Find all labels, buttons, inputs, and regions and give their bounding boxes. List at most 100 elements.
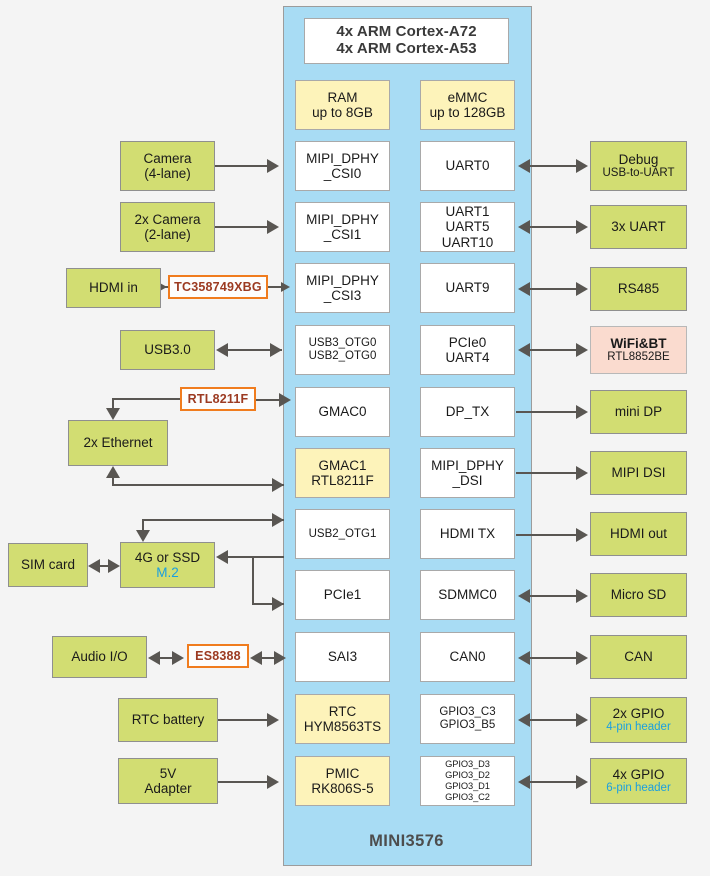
arrowhead: [518, 775, 530, 789]
connector-5v-pmic: [218, 781, 267, 783]
arrowhead: [216, 550, 228, 564]
chip-rtl8211f: RTL8211F: [180, 387, 256, 411]
chip-label: TC358749XBG: [174, 280, 262, 294]
chip-tc358749xbg: TC358749XBG: [168, 275, 268, 299]
soc-block-gmac0: GMAC0: [295, 387, 390, 437]
block-line-1: PCIe0: [448, 334, 487, 350]
arrowhead: [518, 589, 530, 603]
peripheral-sim-card: SIM card: [8, 543, 88, 587]
block-line-1: CAN0: [449, 649, 486, 665]
block-line-2: _CSI0: [323, 166, 362, 181]
connector-rtl8211f-gmac0: [256, 399, 281, 401]
connector-uart9-rs485: [528, 288, 578, 290]
connector-can0-can: [528, 657, 578, 659]
peripheral-4x-gpio: 4x GPIO 6-pin header: [590, 758, 687, 804]
block-line-3: GPIO3_D1: [445, 781, 490, 791]
connector-camera-csi0: [215, 165, 267, 167]
block-line-2: (4-lane): [144, 166, 191, 181]
block-line-1: Micro SD: [610, 587, 667, 603]
soc-block-rtc: RTC HYM8563TS: [295, 694, 390, 744]
block-line-1: PCIe1: [323, 587, 362, 603]
soc-block-hdmi-tx: HDMI TX: [420, 509, 515, 559]
emmc-name: eMMC: [447, 89, 488, 105]
peripheral-2x-gpio: 2x GPIO 4-pin header: [590, 697, 687, 743]
block-line-1: MIPI_DPHY: [306, 272, 379, 288]
block-line-1: RTC: [328, 703, 357, 719]
arrowhead: [172, 651, 184, 665]
peripheral-2x-camera-2-lane: 2x Camera (2-lane): [120, 202, 215, 252]
block-line-2: 6-pin header: [606, 782, 671, 795]
block-line-1: Camera: [143, 150, 192, 166]
block-line-1: HDMI in: [89, 280, 138, 296]
soc-block-uart0: UART0: [420, 141, 515, 191]
arrowhead: [281, 282, 290, 292]
block-line-2: 4-pin header: [606, 721, 671, 734]
block-line-1: GPIO3_C3: [439, 706, 496, 719]
connector-gmac1-eth-h: [112, 484, 284, 486]
block-line-1: RS485: [617, 281, 660, 297]
peripheral-debug-usb-to-uart: Debug USB-to-UART: [590, 141, 687, 191]
block-line-1: 3x UART: [611, 219, 666, 235]
soc-label: MINI3576: [369, 831, 444, 850]
ram-detail: up to 8GB: [312, 105, 373, 120]
connector-pcie1-m2-top: [228, 556, 284, 558]
chip-es8388: ES8388: [187, 644, 249, 668]
soc-block-uart9: UART9: [420, 263, 515, 313]
block-line-1: UART0: [445, 158, 490, 174]
arrowhead: [518, 651, 530, 665]
soc-block-sdmmc0: SDMMC0: [420, 570, 515, 620]
arrowhead: [518, 343, 530, 357]
chip-label: ES8388: [195, 649, 241, 663]
block-line-1: 4x GPIO: [612, 767, 665, 782]
arrowhead: [576, 466, 588, 480]
arrowhead: [272, 478, 284, 492]
soc-block-can0: CAN0: [420, 632, 515, 682]
arrowhead: [272, 513, 284, 527]
peripheral-rtc-battery: RTC battery: [118, 698, 218, 742]
block-line-1: USB3_OTG0: [308, 337, 377, 350]
block-line-3: UART10: [441, 234, 494, 250]
emmc-block: eMMC up to 128GB: [420, 80, 515, 130]
arrowhead: [576, 651, 588, 665]
peripheral-hdmi-in: HDMI in: [66, 268, 161, 308]
arrowhead: [576, 713, 588, 727]
block-line-1: 4G or SSD: [134, 549, 201, 565]
soc-block-usb2-otg1: USB2_OTG1: [295, 509, 390, 559]
arrowhead: [274, 651, 286, 665]
arrowhead: [267, 159, 279, 173]
block-line-1: Debug: [618, 152, 659, 167]
connector-uart0-debug: [528, 165, 578, 167]
soc-block-pcie0-uart4: PCIe0 UART4: [420, 325, 515, 375]
block-line-1: HDMI TX: [439, 526, 496, 542]
arrowhead: [216, 343, 228, 357]
peripheral-usb30: USB3.0: [120, 330, 215, 370]
peripheral-audio-io: Audio I/O: [52, 636, 147, 678]
block-line-1: HDMI out: [609, 526, 667, 542]
block-line-1: GPIO3_D3: [445, 759, 490, 770]
block-line-1: Audio I/O: [71, 649, 128, 665]
block-line-2: UART5: [445, 219, 490, 235]
arrowhead: [267, 220, 279, 234]
block-line-2: HYM8563TS: [303, 719, 382, 734]
peripheral-2x-ethernet: 2x Ethernet: [68, 420, 168, 466]
block-line-2: UART4: [445, 350, 490, 365]
connector-pcie0-wifibt: [528, 349, 578, 351]
arrowhead: [576, 159, 588, 173]
block-line-1: SIM card: [20, 557, 75, 573]
connector-camera2-csi1: [215, 226, 267, 228]
block-line-1: MIPI_DPHY: [306, 211, 379, 227]
soc-block-mipi-dphy-dsi: MIPI_DPHY _DSI: [420, 448, 515, 498]
block-line-1: 2x Camera: [134, 211, 201, 227]
block-line-1: UART9: [445, 280, 490, 296]
block-line-2: USB2_OTG0: [308, 350, 377, 362]
arrowhead: [576, 220, 588, 234]
soc-block-usb-otg0: USB3_OTG0 USB2_OTG0: [295, 325, 390, 375]
block-line-1: SDMMC0: [438, 587, 497, 603]
block-line-1: 2x GPIO: [612, 706, 665, 721]
block-line-1: CAN: [624, 649, 653, 665]
connector-uarts-3xuart: [528, 226, 578, 228]
connector-usb2otg1-m2-h: [142, 519, 284, 521]
soc-block-pcie1: PCIe1: [295, 570, 390, 620]
connector-hdmitx-hdmiout: [516, 534, 578, 536]
peripheral-5v-adapter: 5V Adapter: [118, 758, 218, 804]
